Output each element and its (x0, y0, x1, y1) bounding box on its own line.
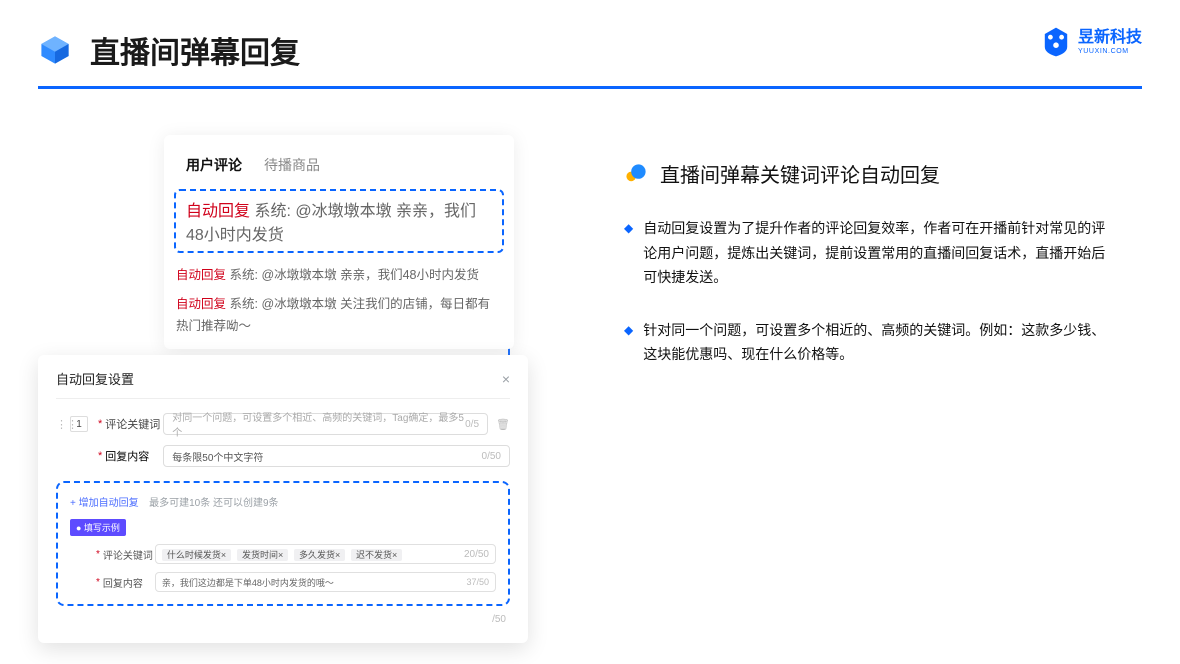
brand-domain: YUUXIN.COM (1078, 48, 1142, 55)
section-title: 直播间弹幕关键词评论自动回复 (660, 159, 940, 188)
keyword-label: 评论关键词 (105, 416, 163, 432)
keyword-tag[interactable]: 什么时候发货× (162, 549, 231, 561)
add-hint: 最多可建10条 还可以创建9条 (149, 498, 278, 509)
keyword-counter: 0/5 (465, 419, 479, 430)
page-title: 直播间弹幕回复 (90, 28, 300, 72)
diamond-icon: ◆ (624, 216, 633, 290)
brand-name: 昱新科技 (1078, 30, 1142, 46)
auto-reply-badge: 自动回复 (186, 203, 250, 220)
tab-pending-goods[interactable]: 待播商品 (264, 155, 320, 175)
ex-reply-label: 回复内容 (103, 575, 155, 590)
diamond-icon: ◆ (624, 318, 633, 367)
highlighted-comment: 自动回复 系统: @冰墩墩本墩 亲亲，我们48小时内发货 (174, 189, 504, 253)
keyword-tag[interactable]: 发货时间× (237, 549, 288, 561)
ex-keyword-label: 评论关键词 (103, 547, 155, 562)
bullet-item: ◆ 针对同一个问题，可设置多个相近的、高频的关键词。例如：这款多少钱、这块能优惠… (624, 318, 1142, 367)
index-badge: 1 (70, 416, 88, 432)
tail-counter: /50 (56, 614, 510, 625)
panel-title: 自动回复设置 (56, 369, 134, 388)
ex-keyword-counter: 20/50 (464, 549, 489, 560)
close-icon[interactable]: × (502, 371, 510, 387)
reply-label: 回复内容 (105, 448, 163, 464)
auto-reply-settings-panel: 自动回复设置 × ⋮⋮ 1 * 评论关键词 对同一个问题，可设置多个相近、高频的… (38, 355, 528, 643)
comment-row: 自动回复 系统: @冰墩墩本墩 关注我们的店铺，每日都有热门推荐呦～ (164, 290, 514, 341)
add-auto-reply-link[interactable]: + 增加自动回复 (70, 498, 139, 509)
chat-icon (624, 162, 648, 186)
ex-reply-value: 亲，我们这边都是下单48小时内发货的哦～ (162, 576, 334, 589)
ex-keyword-tags[interactable]: 什么时候发货× 发货时间× 多久发货× 迟不发货× 20/50 (155, 544, 496, 564)
tab-user-comments[interactable]: 用户评论 (186, 155, 242, 175)
auto-reply-badge: 自动回复 (176, 268, 226, 282)
brand-icon (1040, 26, 1072, 58)
comment-text: 系统: @冰墩墩本墩 亲亲，我们48小时内发货 (230, 268, 480, 282)
comment-row: 自动回复 系统: @冰墩墩本墩 亲亲，我们48小时内发货 (164, 261, 514, 290)
reply-counter: 0/50 (482, 451, 501, 462)
example-block: + 增加自动回复 最多可建10条 还可以创建9条 ● 填写示例 * 评论关键词 … (56, 481, 510, 606)
bullet-item: ◆ 自动回复设置为了提升作者的评论回复效率，作者可在开播前针对常见的评论用户问题… (624, 216, 1142, 290)
keyword-placeholder: 对同一个问题，可设置多个相近、高频的关键词，Tag确定，最多5个 (172, 409, 465, 439)
ex-reply-input[interactable]: 亲，我们这边都是下单48小时内发货的哦～ 37/50 (155, 572, 496, 592)
bullet-text: 自动回复设置为了提升作者的评论回复效率，作者可在开播前针对常见的评论用户问题，提… (643, 216, 1112, 290)
keyword-tag[interactable]: 多久发货× (294, 549, 345, 561)
cube-icon (38, 33, 72, 67)
ex-reply-counter: 37/50 (466, 577, 489, 587)
comments-card: 用户评论 待播商品 自动回复 系统: @冰墩墩本墩 亲亲，我们48小时内发货 自… (164, 135, 514, 349)
brand-logo: 昱新科技 YUUXIN.COM (1040, 26, 1142, 58)
example-tag: ● 填写示例 (70, 519, 126, 536)
keyword-tag[interactable]: 迟不发货× (351, 549, 402, 561)
reply-input[interactable]: 每条限50个中文字符 0/50 (163, 445, 510, 467)
reply-placeholder: 每条限50个中文字符 (172, 449, 263, 464)
bullet-text: 针对同一个问题，可设置多个相近的、高频的关键词。例如：这款多少钱、这块能优惠吗、… (643, 318, 1112, 367)
drag-handle-icon[interactable]: ⋮⋮ (56, 418, 66, 431)
keyword-input[interactable]: 对同一个问题，可设置多个相近、高频的关键词，Tag确定，最多5个 0/5 (163, 413, 488, 435)
delete-icon[interactable]: 🗑 (496, 418, 510, 431)
auto-reply-badge: 自动回复 (176, 297, 226, 311)
